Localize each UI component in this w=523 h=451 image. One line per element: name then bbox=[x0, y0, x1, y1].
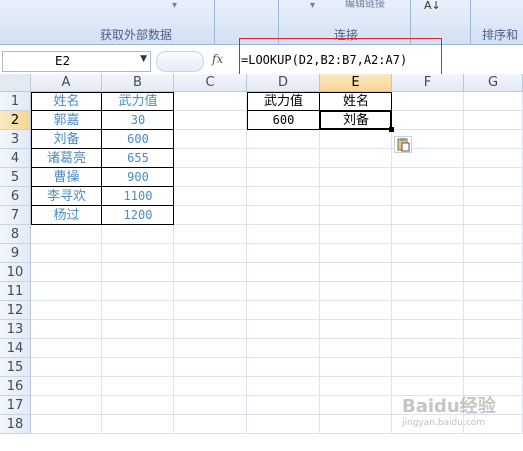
grid-line bbox=[31, 300, 523, 301]
row-header-1[interactable]: 1 bbox=[0, 92, 31, 111]
column-header-f[interactable]: F bbox=[392, 74, 464, 92]
row-header-14[interactable]: 14 bbox=[0, 339, 31, 358]
row-header-11[interactable]: 11 bbox=[0, 282, 31, 301]
cell-b1[interactable]: 武力值 bbox=[102, 92, 174, 111]
row-header-3[interactable]: 3 bbox=[0, 130, 31, 149]
formula-bar-expand-button[interactable] bbox=[156, 51, 204, 72]
cell-a1[interactable]: 姓名 bbox=[31, 92, 102, 111]
name-box[interactable]: E2 ▼ bbox=[2, 51, 151, 72]
row-header-4[interactable]: 4 bbox=[0, 149, 31, 168]
watermark-sub: jingyan.baidu.com bbox=[402, 418, 486, 428]
table-row-border bbox=[31, 110, 174, 111]
cell-b7[interactable]: 1200 bbox=[102, 206, 174, 225]
row-header-15[interactable]: 15 bbox=[0, 358, 31, 377]
ribbon-separator bbox=[278, 0, 279, 44]
grid-line bbox=[31, 319, 523, 320]
row-header-10[interactable]: 10 bbox=[0, 263, 31, 282]
grid-line bbox=[246, 92, 247, 434]
grid-line bbox=[391, 92, 392, 434]
ribbon-separator bbox=[470, 0, 471, 44]
column-header-b[interactable]: B bbox=[102, 74, 174, 92]
cell-b4[interactable]: 655 bbox=[102, 149, 174, 168]
cell-b2[interactable]: 30 bbox=[102, 111, 174, 130]
row-header-18[interactable]: 18 bbox=[0, 415, 31, 434]
grid-line bbox=[31, 262, 523, 263]
cell-a3[interactable]: 刘备 bbox=[31, 130, 102, 149]
fill-handle[interactable] bbox=[389, 127, 394, 132]
table-row-border bbox=[31, 148, 174, 149]
grid-line bbox=[31, 281, 523, 282]
grid-line bbox=[463, 92, 464, 434]
column-header-g[interactable]: G bbox=[464, 74, 523, 92]
table-row-border bbox=[31, 129, 174, 130]
row-header-8[interactable]: 8 bbox=[0, 225, 31, 244]
insert-function-icon[interactable]: fx bbox=[212, 52, 223, 66]
ribbon-arrow-down[interactable]: ▾ bbox=[310, 0, 315, 20]
edit-links-button[interactable]: 编辑链接 bbox=[345, 0, 385, 15]
cell-a5[interactable]: 曹操 bbox=[31, 168, 102, 187]
row-header-12[interactable]: 12 bbox=[0, 301, 31, 320]
cell-a6[interactable]: 李寻欢 bbox=[31, 187, 102, 206]
chevron-down-icon[interactable]: ▼ bbox=[140, 54, 147, 64]
table-col-border bbox=[101, 92, 102, 225]
cell-a2[interactable]: 郭嘉 bbox=[31, 111, 102, 130]
cell-b3[interactable]: 600 bbox=[102, 130, 174, 149]
table-row-border bbox=[31, 205, 174, 206]
row-header-2[interactable]: 2 bbox=[0, 111, 31, 130]
ribbon-separator bbox=[214, 0, 215, 44]
row-header-16[interactable]: 16 bbox=[0, 377, 31, 396]
table-row-border bbox=[31, 167, 174, 168]
formula-input[interactable]: =LOOKUP(D2,B2:B7,A2:A7) bbox=[241, 53, 407, 67]
grid-line bbox=[31, 376, 523, 377]
grid-line bbox=[31, 357, 523, 358]
cell-b6[interactable]: 1100 bbox=[102, 187, 174, 206]
ribbon: ▾ ▾ 编辑链接 A↓ 获取外部数据 连接 排序和 bbox=[0, 0, 523, 45]
group-get-external-data: 获取外部数据 bbox=[100, 28, 173, 42]
grid-line bbox=[319, 92, 320, 434]
sort-az-icon[interactable]: A↓ bbox=[424, 0, 441, 19]
row-header-7[interactable]: 7 bbox=[0, 206, 31, 225]
column-header-d[interactable]: D bbox=[247, 74, 320, 92]
grid-line bbox=[31, 338, 523, 339]
paste-options-icon[interactable] bbox=[394, 136, 412, 153]
cell-d1[interactable]: 武力值 bbox=[247, 92, 320, 111]
cell-a7[interactable]: 杨过 bbox=[31, 206, 102, 225]
ribbon-separator bbox=[410, 0, 411, 44]
cell-a4[interactable]: 诸葛亮 bbox=[31, 149, 102, 168]
row-header-5[interactable]: 5 bbox=[0, 168, 31, 187]
column-header-e[interactable]: E bbox=[320, 74, 392, 92]
column-header-a[interactable]: A bbox=[31, 74, 102, 92]
table-row-border bbox=[31, 186, 174, 187]
watermark-text: Baidu经验 bbox=[402, 396, 496, 417]
column-header-c[interactable]: C bbox=[174, 74, 247, 92]
active-cell-outline bbox=[319, 110, 392, 130]
ribbon-dropdown-arrow[interactable]: ▾ bbox=[172, 0, 177, 20]
grid-line bbox=[31, 243, 523, 244]
cell-e1[interactable]: 姓名 bbox=[320, 92, 392, 111]
cell-d2[interactable]: 600 bbox=[247, 111, 320, 130]
group-sort-filter: 排序和 bbox=[482, 28, 519, 42]
grid-line bbox=[31, 433, 523, 434]
formula-bar: E2 ▼ fx =LOOKUP(D2,B2:B7,A2:A7) bbox=[0, 48, 523, 75]
select-all-corner[interactable] bbox=[0, 74, 31, 92]
row-header-13[interactable]: 13 bbox=[0, 320, 31, 339]
watermark: Baidu经验 jingyan.baidu.com bbox=[402, 392, 496, 428]
name-box-value: E2 bbox=[55, 54, 71, 68]
row-header-17[interactable]: 17 bbox=[0, 396, 31, 415]
group-connections: 连接 bbox=[334, 28, 359, 42]
row-header-6[interactable]: 6 bbox=[0, 187, 31, 206]
row-header-9[interactable]: 9 bbox=[0, 244, 31, 263]
cell-b5[interactable]: 900 bbox=[102, 168, 174, 187]
